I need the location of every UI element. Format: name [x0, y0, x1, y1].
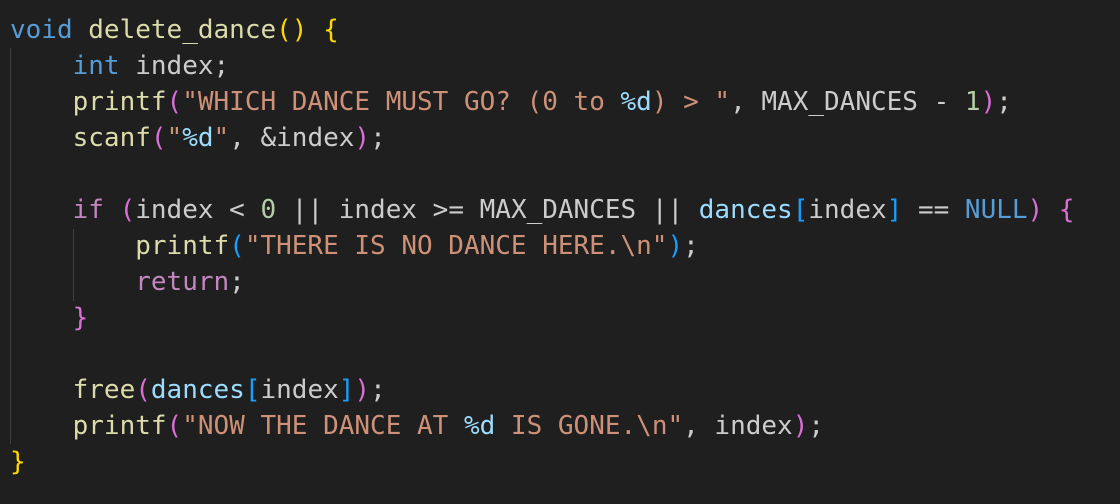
code-token: index [260, 375, 339, 405]
code-token: return [135, 267, 230, 297]
code-token: ; [808, 411, 825, 441]
code-token: , MAX_DANCES - [730, 87, 965, 117]
code-token: { [323, 15, 339, 45]
code-line: printf("WHICH DANCE MUST GO? (0 to %d) >… [10, 84, 1012, 120]
code-token: ; [370, 375, 386, 405]
code-token: ( [150, 123, 167, 153]
code-line: printf("THERE IS NO DANCE HERE.\n"); [10, 228, 699, 264]
code-token: if [72, 195, 104, 225]
code-line: } [10, 444, 26, 480]
code-line: free(dances[index]); [10, 372, 386, 408]
code-token: , &index [229, 123, 355, 153]
code-token: "NOW THE DANCE AT [182, 411, 464, 441]
code-token: || index >= MAX_DANCES || [276, 195, 699, 225]
code-token: ) [667, 231, 684, 261]
code-token: int [72, 51, 120, 81]
code-token: ) [1027, 195, 1044, 225]
code-token: NULL [964, 195, 1028, 225]
code-token: printf [135, 231, 230, 261]
code-token: ( [166, 87, 183, 117]
code-token: == [902, 195, 965, 225]
code-token: ( [119, 195, 136, 225]
code-token: %d [182, 123, 214, 153]
code-token: } [72, 303, 89, 333]
code-token: ; [370, 123, 386, 153]
code-token: [ [792, 195, 809, 225]
code-token: void [10, 15, 73, 45]
code-token: printf [72, 411, 167, 441]
code-token: } [10, 447, 26, 477]
code-token: 1 [964, 87, 981, 117]
code-token: ) [980, 87, 997, 117]
code-line: if (index < 0 || index >= MAX_DANCES || … [10, 192, 1075, 228]
code-token: ) [354, 123, 371, 153]
code-token: "THERE IS NO DANCE HERE.\n" [244, 231, 668, 261]
code-token: index; [119, 51, 230, 81]
code-token: ) [354, 375, 371, 405]
code-token: delete_dance [88, 15, 277, 45]
code-token: IS GONE.\n" [495, 411, 684, 441]
code-token: " [166, 123, 183, 153]
code-token: index [808, 195, 887, 225]
code-token: index < [135, 195, 261, 225]
code-line: void delete_dance() { [10, 12, 339, 48]
code-token: { [1058, 195, 1075, 225]
code-token: ) > " [651, 87, 731, 117]
code-token: () [276, 15, 308, 45]
code-line: int index; [10, 48, 230, 84]
code-editor[interactable]: void delete_dance() { int index; printf(… [0, 0, 1120, 504]
code-token: ; [683, 231, 699, 261]
code-token: "WHICH DANCE MUST GO? (0 to [182, 87, 621, 117]
code-token: ( [166, 411, 183, 441]
code-token: free [72, 375, 136, 405]
code-token: ; [996, 87, 1012, 117]
code-token: ] [338, 375, 355, 405]
code-token: ( [135, 375, 151, 405]
code-line: scanf("%d", &index); [10, 120, 386, 156]
code-token: %d [463, 411, 496, 441]
code-line: printf("NOW THE DANCE AT %d IS GONE.\n",… [10, 408, 824, 444]
code-token: ] [886, 195, 903, 225]
code-line: return; [10, 264, 245, 300]
code-line: } [10, 300, 89, 336]
code-token: ) [792, 411, 809, 441]
code-token: ; [229, 267, 245, 297]
code-token: , index [683, 411, 793, 441]
code-token: dances [150, 375, 245, 405]
code-token: %d [620, 87, 652, 117]
code-token: dances [698, 195, 793, 225]
code-token: 0 [260, 195, 277, 225]
code-token: scanf [72, 123, 151, 153]
code-token: [ [244, 375, 261, 405]
code-token: " [213, 123, 230, 153]
code-token: ( [229, 231, 245, 261]
code-token: printf [72, 87, 167, 117]
